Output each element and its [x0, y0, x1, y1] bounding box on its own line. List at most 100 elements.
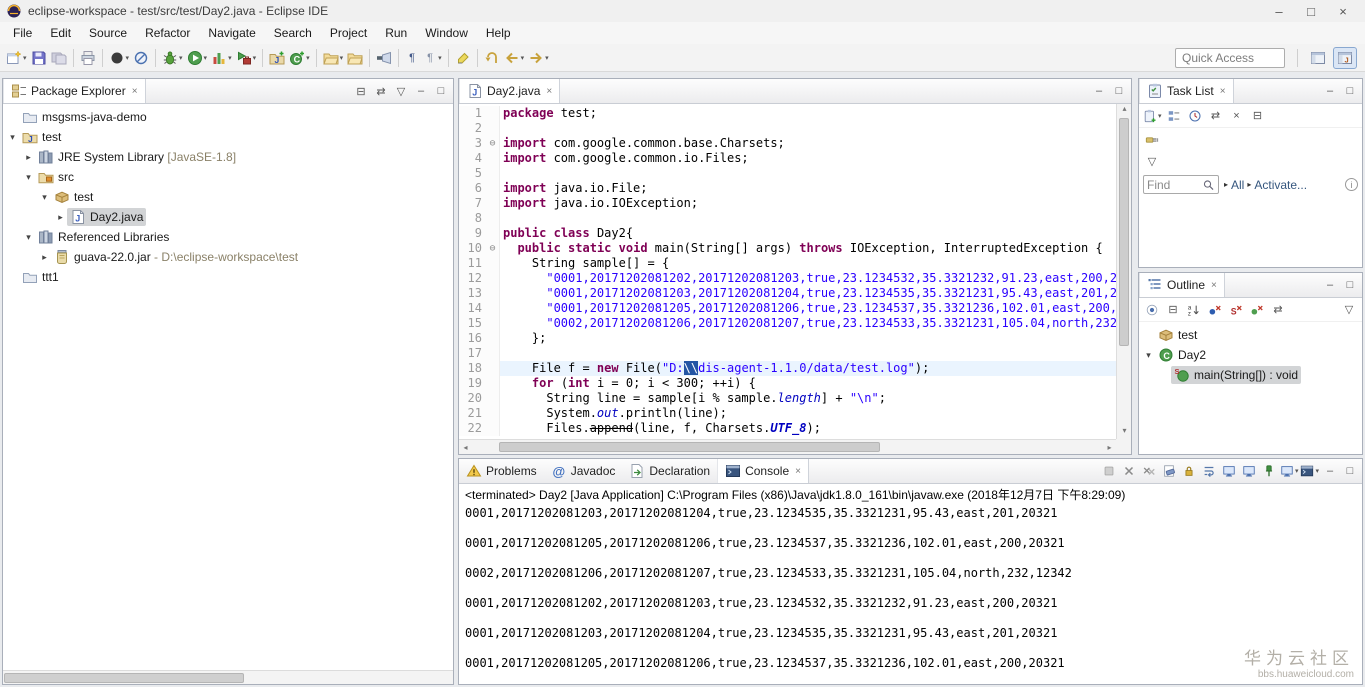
horizontal-scrollbar[interactable] — [3, 670, 453, 684]
view-menu-button[interactable]: ▽ — [392, 82, 410, 100]
dropdown-arrow-icon[interactable]: ▾ — [340, 54, 344, 62]
code-line-8[interactable]: 8 — [459, 211, 1116, 226]
tab-console[interactable]: Console× — [717, 459, 809, 483]
menu-file[interactable]: File — [4, 24, 41, 42]
editor-tab-day2[interactable]: J Day2.java × — [459, 79, 560, 103]
find-input[interactable]: Find — [1143, 175, 1219, 194]
link-with-editor-button[interactable]: ⇄ — [372, 82, 390, 100]
outline-item[interactable]: ▾CDay2 — [1139, 345, 1362, 365]
code-editor[interactable]: 1package test;23⊖import com.google.commo… — [459, 104, 1131, 454]
code-line-17[interactable]: 17 — [459, 346, 1116, 361]
close-icon[interactable]: × — [1220, 86, 1226, 97]
explorer-item[interactable]: ▸guava-22.0.jar - D:\eclipse-workspace\t… — [3, 247, 453, 267]
java-perspective-button[interactable]: J — [1333, 47, 1357, 69]
minimize-button[interactable]: – — [1263, 4, 1295, 19]
mark-occurrences-button[interactable] — [453, 47, 473, 69]
fold-toggle-icon[interactable]: ⊖ — [486, 241, 500, 256]
horizontal-scrollbar[interactable]: ◂ ▸ — [459, 439, 1116, 454]
scrollbar-thumb[interactable] — [4, 673, 244, 683]
code-line-12[interactable]: 12 "0001,20171202081202,20171202081203,t… — [459, 271, 1116, 286]
code-line-16[interactable]: 16 }; — [459, 331, 1116, 346]
dropdown-arrow-icon[interactable]: ▾ — [204, 54, 208, 62]
code-line-3[interactable]: 3⊖import com.google.common.base.Charsets… — [459, 136, 1116, 151]
explorer-item[interactable]: ▸JDay2.java — [3, 207, 453, 227]
coverage-button[interactable]: ▾ — [209, 47, 234, 69]
save-all-button[interactable] — [49, 47, 69, 69]
expander-icon[interactable]: ▾ — [22, 232, 35, 243]
maximize-button[interactable]: □ — [1341, 462, 1359, 480]
hide-fields-button[interactable] — [1206, 301, 1224, 319]
code-line-20[interactable]: 20 String line = sample[i % sample.lengt… — [459, 391, 1116, 406]
new-java-project-button[interactable]: J — [267, 47, 287, 69]
explorer-item[interactable]: ▾src — [3, 167, 453, 187]
word-wrap-button[interactable] — [1200, 462, 1218, 480]
delete-button[interactable]: × — [1228, 107, 1246, 125]
dropdown-arrow-icon[interactable]: ▾ — [1158, 112, 1162, 120]
collapse-all-button[interactable]: ⊟ — [1249, 107, 1267, 125]
open-task-button[interactable]: ▾ — [321, 47, 346, 69]
close-icon[interactable]: × — [132, 86, 138, 97]
explorer-item[interactable]: msgsms-java-demo — [3, 107, 453, 127]
last-edit-location-button[interactable] — [482, 47, 502, 69]
search-button[interactable] — [374, 47, 394, 69]
open-perspective-button[interactable] — [1306, 47, 1330, 69]
expander-icon[interactable]: ▸ — [54, 212, 67, 223]
explorer-item[interactable]: ▾test — [3, 187, 453, 207]
menu-navigate[interactable]: Navigate — [199, 24, 264, 42]
connector-button[interactable] — [1143, 131, 1161, 149]
tab-problems[interactable]: Problems — [459, 459, 544, 483]
code-line-13[interactable]: 13 "0001,20171202081203,20171202081204,t… — [459, 286, 1116, 301]
explorer-item[interactable]: ttt1 — [3, 267, 453, 287]
tab-task-list[interactable]: Task List × — [1139, 79, 1234, 103]
back-button[interactable]: ▾ — [502, 47, 527, 69]
remove-all-terminated-button[interactable] — [1140, 462, 1158, 480]
info-icon[interactable]: i — [1345, 178, 1358, 191]
menu-source[interactable]: Source — [80, 24, 136, 42]
save-button[interactable] — [29, 47, 49, 69]
code-line-14[interactable]: 14 "0001,20171202081205,20171202081206,t… — [459, 301, 1116, 316]
run-external-tools-button[interactable]: ▾ — [234, 47, 259, 69]
menu-edit[interactable]: Edit — [41, 24, 80, 42]
dropdown-arrow-icon[interactable]: ▾ — [126, 54, 130, 62]
code-line-6[interactable]: 6import java.io.File; — [459, 181, 1116, 196]
console-output[interactable]: 0001,20171202081203,20171202081204,true,… — [459, 502, 1362, 684]
dropdown-arrow-icon[interactable]: ▾ — [306, 54, 310, 62]
debug-button[interactable]: ▾ — [160, 47, 185, 69]
pin-console-button[interactable] — [1260, 462, 1278, 480]
maximize-button[interactable]: □ — [432, 82, 450, 100]
show-whitespace-button[interactable]: ¶ — [403, 47, 421, 69]
menu-run[interactable]: Run — [376, 24, 416, 42]
clear-console-button[interactable] — [1160, 462, 1178, 480]
menu-project[interactable]: Project — [321, 24, 376, 42]
dropdown-arrow-icon[interactable]: ▾ — [438, 54, 442, 62]
expander-icon[interactable]: ▸ — [22, 152, 35, 163]
dropdown-arrow-icon[interactable]: ▾ — [228, 54, 232, 62]
scroll-right-icon[interactable]: ▸ — [1103, 440, 1116, 454]
code-line-7[interactable]: 7import java.io.IOException; — [459, 196, 1116, 211]
dropdown-arrow-icon[interactable]: ▾ — [179, 54, 183, 62]
scroll-down-icon[interactable]: ▾ — [1117, 426, 1131, 439]
code-line-18[interactable]: 18 File f = new File("D:\\dis-agent-1.1.… — [459, 361, 1116, 376]
display-selected-console-button[interactable]: ▾ — [1280, 462, 1299, 480]
code-line-9[interactable]: 9public class Day2{ — [459, 226, 1116, 241]
close-icon[interactable]: × — [795, 466, 801, 477]
show-on-stdout-button[interactable] — [1220, 462, 1238, 480]
close-icon[interactable]: × — [1211, 280, 1217, 291]
tab-package-explorer[interactable]: Package Explorer × — [3, 79, 146, 103]
code-line-22[interactable]: 22 Files.append(line, f, Charsets.UTF_8)… — [459, 421, 1116, 436]
sort-button[interactable]: az — [1185, 301, 1203, 319]
scroll-lock-button[interactable] — [1180, 462, 1198, 480]
categorized-button[interactable] — [1165, 107, 1183, 125]
link-with-editor-button[interactable]: ⇄ — [1207, 107, 1225, 125]
open-console-button[interactable]: ▾ — [1300, 462, 1319, 480]
remove-launch-button[interactable] — [1120, 462, 1138, 480]
maximize-button[interactable]: □ — [1341, 276, 1359, 294]
minimize-button[interactable]: – — [1321, 276, 1339, 294]
minimize-button[interactable]: – — [1321, 82, 1339, 100]
minimize-button[interactable]: – — [1090, 82, 1108, 100]
close-icon[interactable]: × — [546, 86, 552, 97]
menu-search[interactable]: Search — [265, 24, 321, 42]
quick-access-input[interactable]: Quick Access — [1175, 48, 1285, 68]
dropdown-arrow-icon[interactable]: ▾ — [1315, 467, 1319, 475]
explorer-item[interactable]: ▸JRE System Library [JavaSE-1.8] — [3, 147, 453, 167]
